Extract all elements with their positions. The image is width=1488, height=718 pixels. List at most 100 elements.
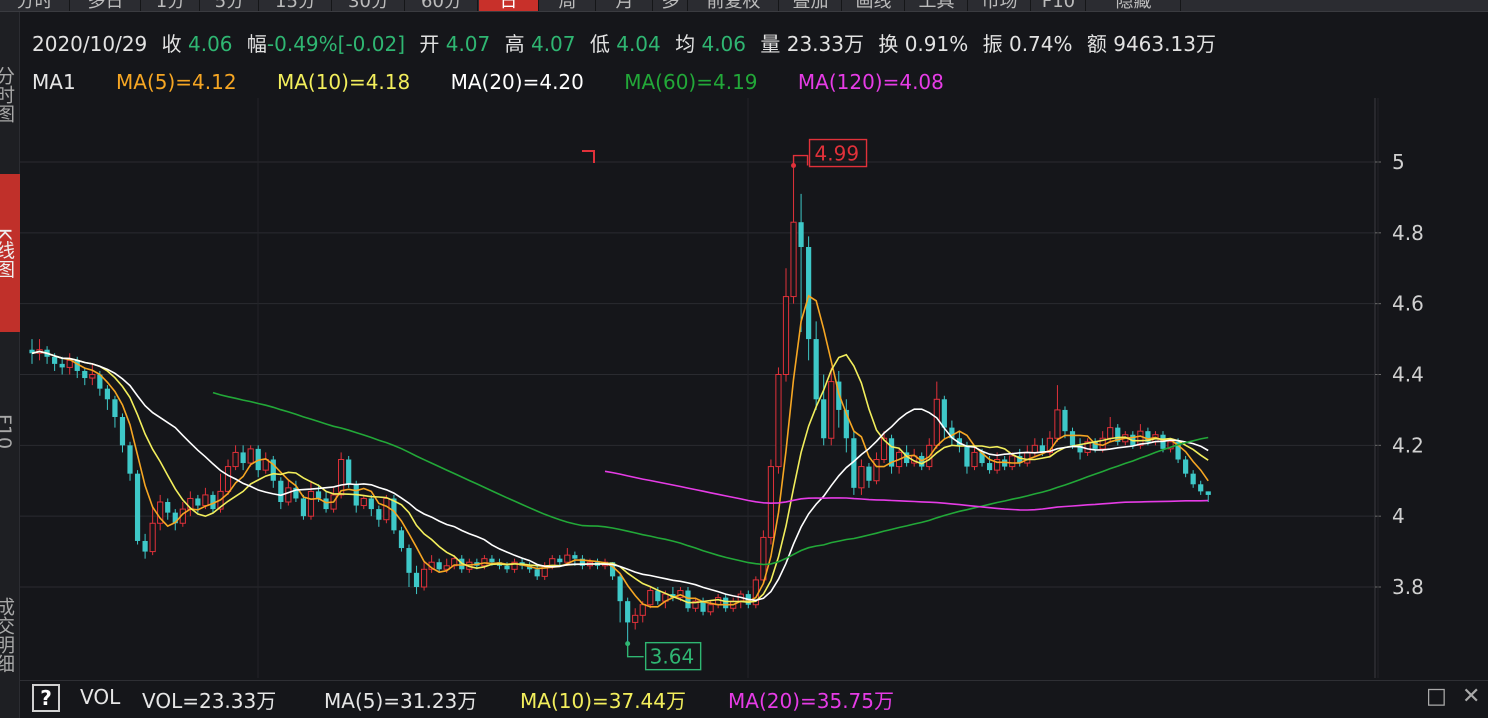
- tab-2[interactable]: 1分: [142, 0, 200, 11]
- candle-body: [723, 597, 729, 609]
- tab-17[interactable]: 隐藏: [1087, 0, 1181, 11]
- maximize-icon[interactable]: □: [1426, 684, 1447, 709]
- close-icon[interactable]: ✕: [1462, 684, 1480, 709]
- tab-4[interactable]: 15分: [260, 0, 332, 11]
- candle-body: [149, 522, 156, 553]
- ma60-legend: MA(60)=4.19: [624, 70, 758, 94]
- candle-body: [323, 498, 329, 510]
- candle-body: [104, 388, 110, 400]
- help-button[interactable]: ?: [32, 684, 60, 712]
- left-panel-item-0[interactable]: 分时图: [0, 36, 20, 152]
- candle-body: [368, 498, 374, 510]
- candle-body: [1107, 427, 1114, 439]
- candle-body: [858, 466, 865, 489]
- left-panel-item-2[interactable]: F10: [0, 342, 20, 522]
- candle-body: [285, 487, 292, 503]
- tab-0[interactable]: 分时: [0, 0, 70, 11]
- tab-12[interactable]: 叠加: [780, 0, 842, 11]
- candle-body: [383, 497, 390, 521]
- volume-value-legend: VOL=23.33万: [142, 689, 277, 713]
- candle-body: [1054, 409, 1061, 439]
- tab-13[interactable]: 画线: [843, 0, 905, 11]
- candle-body: [685, 590, 691, 609]
- candle-body: [647, 590, 654, 606]
- quote-info-row: 2020/10/29 收 4.06 幅-0.49%[-0.02] 开 4.07 …: [32, 28, 1224, 56]
- candle-body: [941, 399, 947, 428]
- ma10-legend: MA(10)=4.18: [276, 70, 411, 94]
- tab-16[interactable]: F10: [1032, 0, 1086, 11]
- volume-ma5-legend: MA(5)=31.23万: [324, 689, 478, 713]
- tab-11[interactable]: 前复权: [689, 0, 779, 11]
- left-panel-item-3[interactable]: 成交明细: [0, 552, 20, 718]
- price-tick-label: 4.8: [1392, 221, 1424, 245]
- tab-14[interactable]: 工具: [906, 0, 968, 11]
- change-value: -0.49%[-0.02]: [266, 32, 405, 56]
- tab-15[interactable]: 市场: [969, 0, 1031, 11]
- tab-9[interactable]: 月: [597, 0, 653, 11]
- candle-body: [1024, 451, 1031, 464]
- candle-body: [572, 555, 578, 559]
- avg-value: 4.06: [701, 32, 746, 56]
- left-panel-item-1[interactable]: K线图: [0, 174, 20, 332]
- candle-body: [806, 247, 812, 340]
- candle-body: [873, 459, 880, 482]
- price-tick-label: 3.8: [1392, 575, 1424, 599]
- candle-body: [1190, 473, 1196, 485]
- candle-body: [489, 558, 495, 563]
- candle-body: [112, 399, 118, 417]
- avg-label: 均: [675, 32, 696, 56]
- tab-6[interactable]: 60分: [406, 0, 478, 11]
- candle-body: [1062, 409, 1068, 432]
- volume-indicator-name[interactable]: VOL: [80, 685, 120, 709]
- tab-10[interactable]: 多: [654, 0, 688, 11]
- candle-body: [639, 604, 646, 616]
- candle-body: [360, 497, 367, 507]
- candle-body: [307, 490, 315, 517]
- ma-indicator-name[interactable]: MA1: [32, 70, 76, 94]
- tab-5[interactable]: 30分: [333, 0, 405, 11]
- ma120-line: [604, 470, 1209, 511]
- candle-body: [89, 374, 96, 379]
- candle-body: [119, 417, 126, 446]
- candle-body: [82, 370, 88, 379]
- tab-8[interactable]: 周: [540, 0, 596, 11]
- candle-body: [1009, 455, 1016, 468]
- candle-body: [813, 339, 819, 400]
- candle-body: [564, 554, 571, 563]
- close-value: 4.06: [188, 32, 233, 56]
- tab-7[interactable]: 日: [479, 0, 539, 11]
- turnover-label: 换: [878, 32, 899, 56]
- candle-body: [300, 498, 307, 517]
- candle-body: [821, 399, 827, 439]
- candle-body: [866, 466, 872, 481]
- candle-body: [1205, 491, 1211, 495]
- change-label: 幅: [246, 32, 267, 56]
- candle-body: [632, 614, 639, 623]
- ma20-legend: MA(20)=4.20: [450, 70, 584, 94]
- candle-body: [655, 590, 661, 602]
- candle-body: [346, 459, 352, 485]
- tab-1[interactable]: 多日: [71, 0, 141, 11]
- candle-body: [1031, 444, 1038, 453]
- candle-body: [240, 452, 246, 464]
- tab-3[interactable]: 5分: [201, 0, 259, 11]
- volume-label: 量: [760, 32, 781, 56]
- ma120-legend: MA(120)=4.08: [797, 70, 944, 94]
- candle-body: [195, 498, 201, 506]
- kline-chart[interactable]: 5 4.8 4.6 4.4 4.2 4 3.8 4.99 3.64: [20, 98, 1468, 678]
- ma10-line: [31, 350, 1209, 604]
- candle-body: [413, 572, 420, 587]
- candle-body: [798, 222, 804, 247]
- candle-body: [436, 562, 442, 570]
- candle-body: [707, 604, 714, 613]
- candle-body: [504, 565, 510, 570]
- price-tick-label: 4.4: [1392, 363, 1424, 387]
- candle-body: [986, 463, 993, 471]
- period-tab-bar: 分时 多日 1分 5分 15分 30分 60分日周月多前复权 叠加 画线 工具 市场 F10 隐藏: [0, 0, 1488, 12]
- candle-body: [964, 445, 970, 467]
- open-label: 开: [419, 32, 440, 56]
- candle-body: [127, 445, 133, 474]
- amount-label: 额: [1086, 32, 1107, 56]
- price-tick-label: 4.6: [1392, 292, 1424, 316]
- amplitude-label: 振: [982, 32, 1003, 56]
